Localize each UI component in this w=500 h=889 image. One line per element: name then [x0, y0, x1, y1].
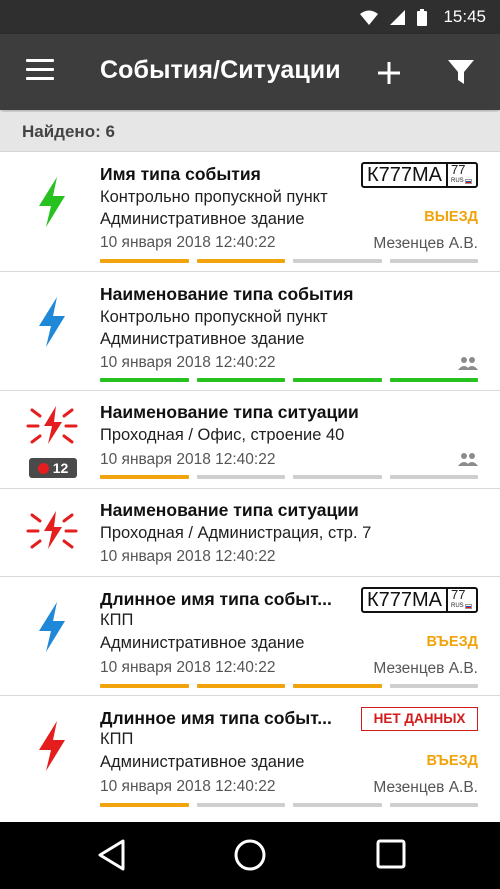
system-nav-bar [0, 822, 500, 889]
alarm-lightning-icon [22, 395, 82, 455]
page-title: События/Ситуации [100, 56, 341, 84]
group-icon [458, 357, 478, 370]
progress-bars [100, 684, 478, 688]
battery-icon [417, 8, 428, 26]
event-date: 10 января 2018 12:40:22 [100, 548, 276, 565]
event-date: 10 января 2018 12:40:22 [100, 354, 276, 371]
event-type-name: Длинное имя типа событ... [100, 708, 332, 728]
plate-number: К777МА [367, 164, 443, 186]
plate-country: RUS [451, 603, 464, 609]
alarm-count: 12 [52, 460, 69, 476]
list-item[interactable]: Наименование типа ситуации Проходная / А… [0, 489, 500, 577]
event-location: Контрольно пропускной пункт [100, 188, 328, 206]
event-type-name: Наименование типа события [100, 284, 354, 304]
alarm-count-badge: 12 [29, 458, 77, 478]
plate-region: 77 [451, 587, 466, 602]
progress-bars [100, 259, 478, 263]
menu-icon[interactable] [26, 59, 54, 85]
event-type-name: Наименование типа ситуации [100, 500, 359, 520]
event-type-name: Длинное имя типа событ... [100, 589, 332, 609]
signal-icon [390, 9, 406, 25]
list-item[interactable]: Наименование типа события Контрольно про… [0, 272, 500, 391]
lightning-blue-icon [22, 272, 82, 372]
status-time: 15:45 [443, 7, 486, 26]
home-icon[interactable] [233, 838, 267, 872]
progress-bars [100, 378, 478, 382]
event-building: Административное здание [100, 634, 305, 652]
record-dot-icon [37, 462, 49, 474]
events-list: Имя типа события Контрольно пропускной п… [0, 152, 500, 816]
list-item[interactable]: Длинное имя типа событ... КПП Администра… [0, 696, 500, 816]
event-location: Контрольно пропускной пункт [100, 308, 328, 326]
license-plate: К777МА 77 RUS [361, 587, 478, 613]
plus-icon[interactable] [374, 58, 404, 88]
back-icon[interactable] [95, 838, 127, 872]
flag-icon [464, 179, 472, 184]
list-item[interactable]: Длинное имя типа событ... КПП Администра… [0, 577, 500, 696]
person-name: Мезенцев А.В. [373, 235, 478, 252]
person-name: Мезенцев А.В. [373, 779, 478, 796]
status-badge: ВЪЕЗД [426, 634, 478, 650]
event-building: Административное здание [100, 753, 305, 771]
event-date: 10 января 2018 12:40:22 [100, 659, 276, 676]
app-bar: События/Ситуации [0, 34, 500, 110]
event-building: Административное здание [100, 330, 305, 348]
license-plate: К777МА 77 RUS [361, 162, 478, 188]
status-bar: 15:45 [0, 0, 500, 34]
status-badge: ВЫЕЗД [424, 209, 478, 225]
flag-icon [464, 604, 472, 609]
lightning-green-icon [22, 152, 82, 252]
event-location: Проходная / Администрация, стр. 7 [100, 524, 372, 542]
event-date: 10 января 2018 12:40:22 [100, 778, 276, 795]
wifi-icon [360, 10, 379, 25]
event-date: 10 января 2018 12:40:22 [100, 451, 276, 468]
event-location: Проходная / Офис, строение 40 [100, 426, 345, 444]
event-building: Административное здание [100, 210, 305, 228]
progress-bars [100, 475, 478, 479]
event-type-name: Наименование типа ситуации [100, 402, 359, 422]
person-name: Мезенцев А.В. [373, 660, 478, 677]
no-data-badge: НЕТ ДАННЫХ [361, 707, 478, 731]
recents-icon[interactable] [375, 838, 407, 870]
plate-country: RUS [451, 178, 464, 184]
lightning-blue-icon [22, 577, 82, 677]
alarm-lightning-icon [22, 495, 82, 565]
list-item[interactable]: Имя типа события Контрольно пропускной п… [0, 152, 500, 272]
progress-bars [100, 803, 478, 807]
status-badge: ВЪЕЗД [426, 753, 478, 769]
event-location: КПП [100, 730, 134, 748]
found-count: Найдено: 6 [0, 112, 500, 152]
filter-icon[interactable] [447, 58, 475, 86]
list-item[interactable]: 12 Наименование типа ситуации Проходная … [0, 391, 500, 489]
plate-region: 77 [451, 162, 466, 177]
event-type-name: Имя типа события [100, 164, 261, 184]
lightning-red-icon [22, 696, 82, 796]
event-location: КПП [100, 611, 134, 629]
group-icon [458, 453, 478, 466]
event-date: 10 января 2018 12:40:22 [100, 234, 276, 251]
plate-number: К777МА [367, 589, 443, 611]
